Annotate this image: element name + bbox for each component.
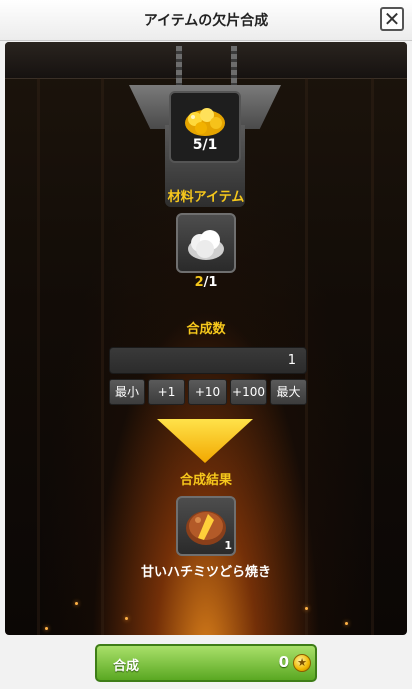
ember xyxy=(75,602,78,605)
synthesize-button[interactable]: 合成 0 ★ xyxy=(95,644,317,682)
result-count: 1 xyxy=(224,539,232,552)
chain-left xyxy=(176,46,182,90)
page-title: アイテムの欠片合成 xyxy=(143,13,269,29)
wall-plank xyxy=(37,78,40,635)
synthesize-cost: 0 xyxy=(278,653,289,671)
close-button[interactable]: ✕ xyxy=(380,7,404,31)
white-powder-icon xyxy=(188,230,224,260)
quantity-heading: 合成数 xyxy=(186,322,226,337)
wall-plank xyxy=(371,78,374,635)
ember xyxy=(345,622,348,625)
wall-plank xyxy=(101,78,104,635)
ember xyxy=(45,627,48,630)
ceiling-beam xyxy=(5,42,407,79)
close-icon: ✕ xyxy=(383,7,401,31)
synthesize-label: 合成 xyxy=(113,659,140,674)
result-item-slot[interactable]: 1 xyxy=(176,496,236,556)
target-item-slot[interactable]: 5/1 xyxy=(169,91,241,163)
material-have: 2 xyxy=(194,275,204,290)
quantity-min-button[interactable]: 最小 xyxy=(109,379,145,405)
target-need: 1 xyxy=(207,137,218,153)
quantity-plus1-button[interactable]: +1 xyxy=(148,379,185,405)
materials-heading: 材料アイテム xyxy=(167,190,245,205)
title-bar: アイテムの欠片合成 ✕ xyxy=(0,0,412,41)
chain-right xyxy=(231,46,237,90)
target-have: 5 xyxy=(192,137,203,153)
quantity-plus100-button[interactable]: +100 xyxy=(230,379,267,405)
down-arrow-icon xyxy=(157,419,253,463)
result-heading: 合成結果 xyxy=(179,473,232,488)
synthesis-stage: 5/1 材料アイテム 2/1 合成数 1 最小 +1 +10 +100 最大 合… xyxy=(5,42,407,635)
ember xyxy=(125,617,128,620)
result-item-name: 甘いハチミツどら焼き xyxy=(140,565,271,580)
star-coin-icon: ★ xyxy=(293,654,311,672)
material-item-count: 2/1 xyxy=(5,275,407,290)
material-need: 1 xyxy=(208,275,218,290)
ember xyxy=(305,607,308,610)
material-item-slot[interactable] xyxy=(176,213,236,273)
quantity-max-button[interactable]: 最大 xyxy=(270,379,307,405)
target-item-count: 5/1 xyxy=(171,137,239,153)
quantity-input[interactable]: 1 xyxy=(109,347,307,374)
quantity-plus10-button[interactable]: +10 xyxy=(188,379,227,405)
